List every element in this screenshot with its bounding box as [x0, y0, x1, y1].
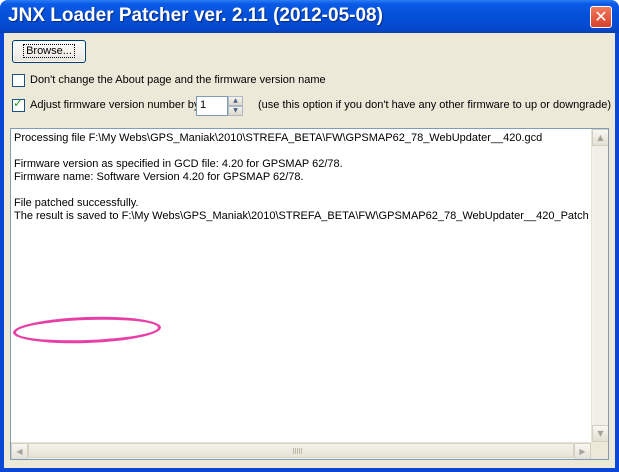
app-window: JNX Loader Patcher ver. 2.11 (2012-05-08…: [0, 0, 619, 472]
title-bar[interactable]: JNX Loader Patcher ver. 2.11 (2012-05-08…: [0, 0, 619, 33]
log-output[interactable]: Processing file F:\My Webs\GPS_Maniak\20…: [10, 128, 609, 460]
browse-button-label: Browse...: [23, 44, 75, 58]
dont-change-about-checkbox[interactable]: [12, 74, 25, 87]
adjust-version-label: Adjust firmware version number by: [30, 99, 200, 111]
log-line: The result is saved to F:\My Webs\GPS_Ma…: [14, 210, 589, 222]
adjust-value-input[interactable]: 1: [196, 96, 228, 116]
horizontal-scrollbar[interactable]: ◀ ▶: [11, 442, 591, 459]
adjust-version-checkbox[interactable]: [12, 96, 25, 112]
scrollbar-corner: [591, 442, 608, 459]
spin-down-icon[interactable]: ▼: [228, 106, 243, 116]
window-title: JNX Loader Patcher ver. 2.11 (2012-05-08…: [8, 5, 383, 26]
adjust-value-spinner[interactable]: ▲ ▼: [228, 96, 243, 116]
vertical-scroll-track[interactable]: [593, 146, 608, 425]
scroll-down-icon[interactable]: ▼: [592, 425, 608, 442]
log-text: Processing file F:\My Webs\GPS_Maniak\20…: [14, 132, 589, 437]
log-line: Processing file F:\My Webs\GPS_Maniak\20…: [14, 132, 543, 144]
scroll-left-icon[interactable]: ◀: [11, 443, 28, 459]
log-line: Firmware name: Software Version 4.20 for…: [14, 171, 304, 183]
scroll-grip-icon: [293, 448, 303, 454]
horizontal-scroll-thumb[interactable]: [28, 443, 574, 458]
log-line: Firmware version as specified in GCD fil…: [14, 158, 343, 170]
adjust-hint-text: (use this option if you don't have any o…: [258, 99, 612, 111]
spin-up-icon[interactable]: ▲: [228, 96, 243, 106]
vertical-scrollbar[interactable]: ▲ ▼: [591, 129, 608, 442]
close-button[interactable]: ✕: [590, 6, 612, 28]
window-frame-bottom: [0, 468, 619, 472]
scroll-up-icon[interactable]: ▲: [592, 129, 608, 146]
scroll-right-icon[interactable]: ▶: [574, 443, 591, 459]
browse-button[interactable]: Browse...: [12, 40, 86, 63]
client-area: Browse... Don't change the About page an…: [4, 33, 615, 468]
log-line: File patched successfully.: [14, 197, 139, 209]
dont-change-about-label: Don't change the About page and the firm…: [30, 74, 326, 86]
